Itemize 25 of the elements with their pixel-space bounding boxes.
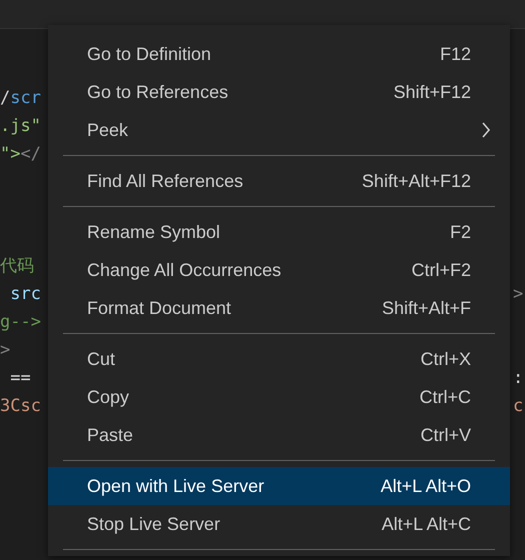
menu-item[interactable]: Find All References Shift+Alt+F12 xyxy=(48,162,510,200)
menu-item[interactable]: Copy Ctrl+C xyxy=(48,378,510,416)
code-fragment: c xyxy=(513,395,524,418)
code-line: /scr xyxy=(0,87,41,110)
code-line: 代码 xyxy=(0,255,34,278)
code-line: src xyxy=(9,283,41,306)
menu-item[interactable]: Cut Ctrl+X xyxy=(48,340,510,378)
menu-item[interactable]: Open with Live Server Alt+L Alt+O xyxy=(48,467,510,505)
code-line: g--> xyxy=(0,311,41,334)
code-line: .js" xyxy=(0,115,41,138)
code-line: == xyxy=(9,367,32,390)
menu-item[interactable]: Go to Definition F12 xyxy=(48,35,510,73)
menu-item[interactable]: Peek xyxy=(48,111,510,149)
menu-item[interactable]: Rename Symbol F2 xyxy=(48,213,510,251)
menu-item[interactable]: Change All Occurrences Ctrl+F2 xyxy=(48,251,510,289)
code-line: > xyxy=(0,339,10,362)
menu-item[interactable]: Go to References Shift+F12 xyxy=(48,73,510,111)
menu-item[interactable]: Stop Live Server Alt+L Alt+C xyxy=(48,505,510,543)
menu-item[interactable]: Format Document Shift+Alt+F xyxy=(48,289,510,327)
menu-item[interactable]: Paste Ctrl+V xyxy=(48,416,510,454)
code-line: 3Csc xyxy=(0,395,41,418)
code-fragment: : xyxy=(513,367,524,390)
code-fragment: > xyxy=(513,283,524,306)
code-line: "></ xyxy=(0,143,41,166)
chevron-right-icon xyxy=(481,122,491,138)
